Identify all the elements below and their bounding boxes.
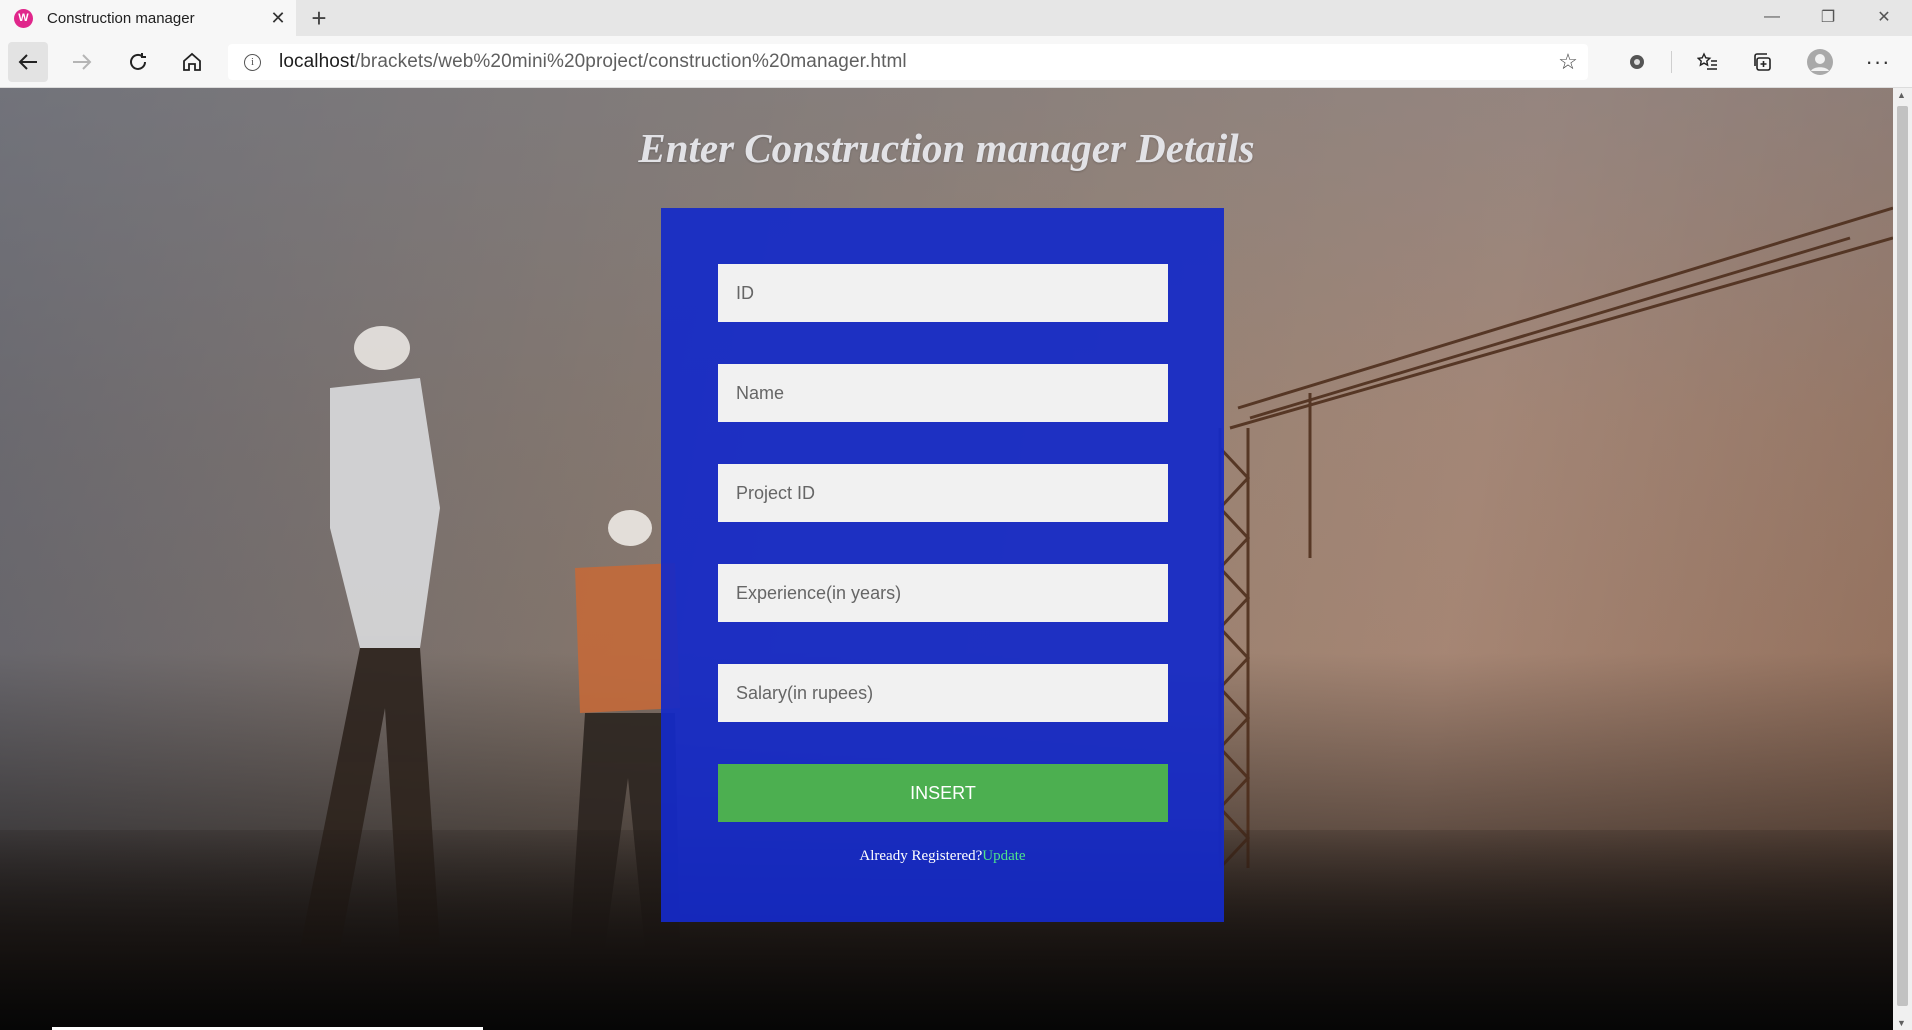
restore-icon[interactable]: ❐	[1800, 0, 1856, 34]
reload-icon[interactable]	[118, 42, 158, 82]
window-controls: — ❐ ✕	[1744, 0, 1912, 36]
page-title: Enter Construction manager Details	[638, 125, 1255, 171]
new-tab-icon[interactable]: +	[296, 0, 342, 36]
already-registered-text: Already Registered?	[859, 848, 983, 864]
url-text[interactable]: localhost/brackets/web%20mini%20project/…	[279, 51, 1548, 73]
tab-title: Construction manager	[47, 9, 195, 27]
project-id-input[interactable]	[718, 464, 1168, 522]
scroll-up-icon[interactable]: ▲	[1897, 90, 1906, 100]
address-bar[interactable]: i localhost/brackets/web%20mini%20projec…	[228, 44, 1588, 80]
forward-icon[interactable]	[62, 42, 102, 82]
manager-form: INSERT Already Registered?Update	[661, 208, 1224, 922]
scroll-thumb[interactable]	[1897, 106, 1908, 1006]
profile-avatar-icon[interactable]	[1800, 42, 1840, 82]
home-icon[interactable]	[172, 42, 212, 82]
url-path: /brackets/web%20mini%20project/construct…	[354, 51, 907, 72]
already-registered-line: Already Registered?Update	[661, 848, 1224, 865]
name-input[interactable]	[718, 364, 1168, 422]
tab-bar: W Construction manager ✕ + — ❐ ✕	[0, 0, 1912, 36]
site-info-icon[interactable]: i	[244, 53, 261, 71]
close-window-icon[interactable]: ✕	[1856, 0, 1912, 34]
extension-icon[interactable]	[1617, 42, 1657, 82]
update-link[interactable]: Update	[982, 848, 1025, 864]
close-tab-icon[interactable]: ✕	[260, 8, 296, 29]
url-host: localhost	[279, 51, 355, 72]
id-input[interactable]	[718, 264, 1168, 322]
collections-icon[interactable]	[1743, 42, 1783, 82]
experience-input[interactable]	[718, 564, 1168, 622]
scroll-down-icon[interactable]: ▼	[1897, 1018, 1906, 1028]
favorites-icon[interactable]	[1688, 42, 1728, 82]
insert-button[interactable]: INSERT	[718, 764, 1168, 822]
vertical-scrollbar[interactable]: ▲ ▼	[1893, 88, 1912, 1030]
browser-tab[interactable]: W Construction manager ✕	[0, 0, 296, 36]
salary-input[interactable]	[718, 664, 1168, 722]
page-viewport: Enter Construction manager Details INSER…	[0, 88, 1893, 1030]
toolbar-separator	[1671, 51, 1672, 73]
back-icon[interactable]	[8, 42, 48, 82]
favicon-icon: W	[14, 8, 33, 28]
more-options-icon[interactable]: ···	[1858, 42, 1898, 82]
browser-toolbar: i localhost/brackets/web%20mini%20projec…	[0, 36, 1912, 88]
minimize-icon[interactable]: —	[1744, 0, 1800, 34]
favorite-star-icon[interactable]: ☆	[1548, 49, 1588, 75]
